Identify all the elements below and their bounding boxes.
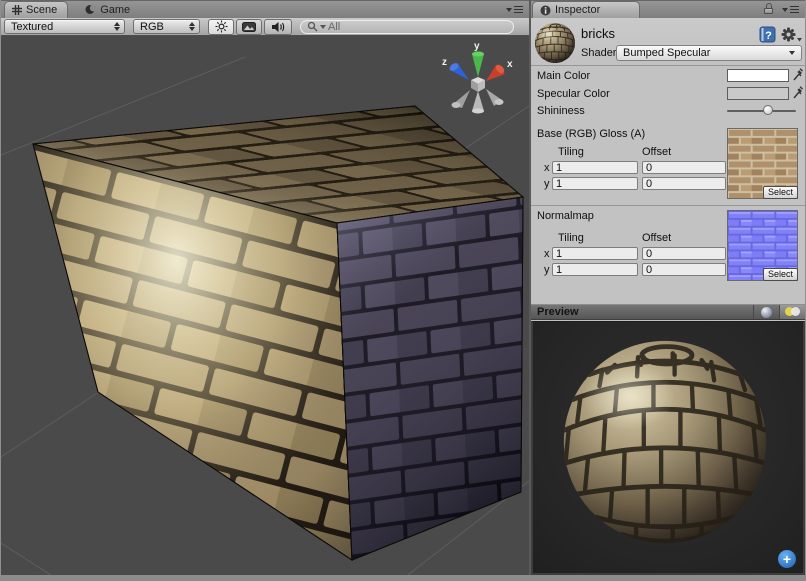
shader-label: Shader [581,47,616,59]
base-x-label: x [544,162,550,174]
base-offset-x-input[interactable] [642,161,726,174]
image-icon [242,22,256,32]
base-tiling-y-input[interactable] [552,177,638,190]
scene-panel: Scene Game Textured RGB [1,0,529,575]
preview-mesh-button[interactable] [753,305,779,319]
shininess-label: Shininess [537,105,585,117]
base-tiling-x-input[interactable] [552,161,638,174]
search-input[interactable] [328,21,478,33]
popup-arrows-icon [114,22,120,31]
specular-color-swatch[interactable] [727,87,789,100]
popup-arrows-icon [189,22,195,31]
tab-scene[interactable]: Scene [4,1,68,18]
gear-menu-icon[interactable] [781,27,803,43]
game-icon [85,4,96,15]
base-select-button[interactable]: Select [763,186,798,199]
shader-value: Bumped Specular [623,47,789,59]
inspector-tabbar: Inspector [531,0,805,18]
main-color-label: Main Color [537,70,590,82]
scene-panel-menu-icon[interactable] [506,6,523,13]
window-frame [0,575,806,581]
normal-offset-x-input[interactable] [642,247,726,260]
lock-icon[interactable] [764,3,774,14]
tab-inspector-label: Inspector [555,4,600,16]
normal-offset-header: Offset [642,232,671,244]
tab-inspector[interactable]: Inspector [532,1,640,18]
add-button[interactable]: + [778,550,796,568]
draw-mode-label: Textured [11,21,108,33]
inspector-panel: Inspector bricks Shader Bumped Specular … [531,0,805,575]
help-icon[interactable]: ? [759,26,776,43]
scene-audio-toggle[interactable] [264,19,292,35]
base-offset-y-input[interactable] [642,177,726,190]
gizmo-y-label: y [474,41,480,52]
info-icon [540,5,551,16]
normal-tiling-header: Tiling [558,232,584,244]
base-offset-header: Offset [642,146,671,158]
normal-offset-y-input[interactable] [642,263,726,276]
svg-text:?: ? [765,30,772,42]
gizmo-axis-x[interactable] [486,63,506,81]
tab-game-label: Game [100,4,130,16]
gizmo-axis-y[interactable] [472,52,484,78]
preview-title: Preview [531,306,753,318]
preview-sphere [559,336,771,548]
shader-dropdown[interactable]: Bumped Specular [616,45,802,61]
shininess-slider-knob[interactable] [763,105,773,115]
orientation-gizmo[interactable]: y x z [439,39,517,119]
material-name: bricks [581,26,615,41]
scene-tabbar: Scene Game [1,0,529,18]
specular-color-label: Specular Color [537,88,610,100]
gizmo-x-label: x [507,59,513,70]
scene-render-mode-button[interactable] [236,19,262,35]
speaker-icon [271,21,285,33]
sun-icon [215,20,228,33]
normal-tiling-x-input[interactable] [552,247,638,260]
normal-y-label: y [544,264,550,276]
shininess-slider-track[interactable] [727,110,796,112]
gizmo-z-label: z [442,57,447,68]
main-color-swatch[interactable] [727,69,789,82]
grid-icon [12,5,22,15]
eyedropper-icon[interactable] [793,67,803,81]
preview-area[interactable]: + [531,321,805,575]
sphere-icon [761,307,772,318]
inspector-panel-menu-icon[interactable] [782,6,799,13]
preview-header: Preview [531,304,805,320]
search-filter-arrow-icon[interactable] [320,25,326,29]
gizmo-axis-z[interactable] [448,62,469,80]
color-mode-dropdown[interactable]: RGB [133,19,200,34]
scene-lighting-toggle[interactable] [208,19,234,35]
divider [531,205,805,206]
base-y-label: y [544,178,550,190]
base-tiling-header: Tiling [558,146,584,158]
draw-mode-dropdown[interactable]: Textured [4,19,125,34]
normal-x-label: x [544,248,550,260]
color-mode-label: RGB [140,21,183,33]
gizmo-axis-neg[interactable] [452,89,504,114]
tab-game[interactable]: Game [78,1,140,18]
brick-cube [33,106,523,560]
tab-scene-label: Scene [26,4,57,16]
eyedropper-icon[interactable] [793,85,803,99]
search-icon [307,21,318,32]
scene-toolbar: Textured RGB [1,18,529,36]
base-map-label: Base (RGB) Gloss (A) [537,128,645,140]
divider [531,65,805,66]
preview-lighting-button[interactable] [779,305,805,319]
scene-search-field[interactable] [300,20,514,34]
lighting-icon [785,307,801,317]
normal-map-label: Normalmap [537,210,594,222]
gizmo-cube[interactable] [471,77,485,92]
dropdown-arrow-icon [789,51,795,55]
material-preview-thumbnail [534,22,576,64]
normal-select-button[interactable]: Select [763,268,798,281]
scene-viewport[interactable]: y x z [1,36,529,575]
normal-tiling-y-input[interactable] [552,263,638,276]
